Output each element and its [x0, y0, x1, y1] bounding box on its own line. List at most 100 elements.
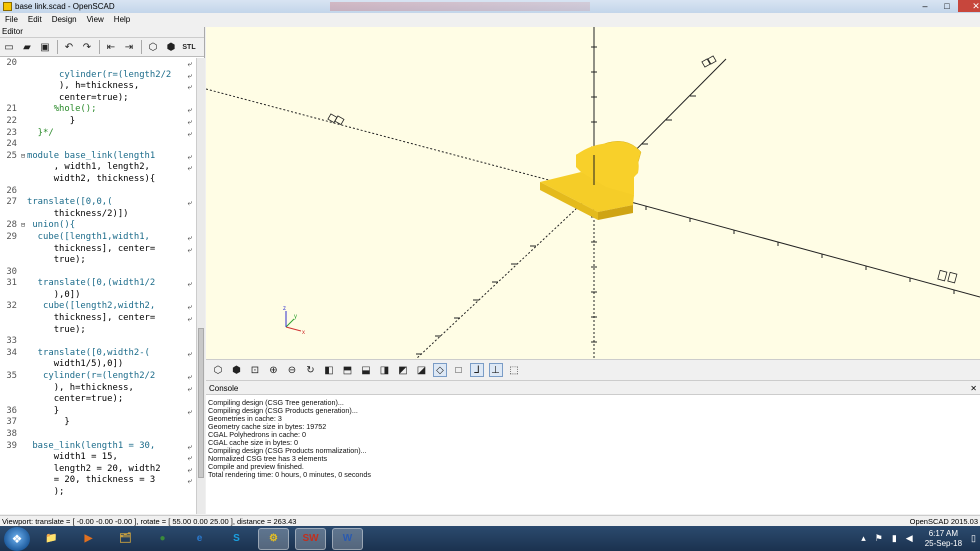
fold-toggle-icon[interactable]: ⊟: [19, 151, 27, 163]
code-line[interactable]: 31 translate([0,(width1/2 ⤶: [0, 278, 196, 290]
export-stl-icon[interactable]: STL: [182, 41, 195, 53]
code-line[interactable]: , width1, length2, ⤶: [0, 162, 196, 174]
code-line[interactable]: 32 cube([length2,width2, ⤶: [0, 301, 196, 313]
code-line[interactable]: 24: [0, 139, 196, 151]
code-line[interactable]: 33: [0, 336, 196, 348]
render-icon[interactable]: ⬢: [230, 363, 244, 377]
menu-view[interactable]: View: [82, 15, 109, 24]
menu-edit[interactable]: Edit: [23, 15, 47, 24]
view-right-icon[interactable]: ◧: [322, 363, 336, 377]
zoom-in-icon[interactable]: ⊕: [267, 363, 281, 377]
code-line[interactable]: 34 translate([0,width2-(⤶: [0, 348, 196, 360]
code-line[interactable]: 20 ⤶: [0, 58, 196, 70]
view-all-icon[interactable]: ⊡: [248, 363, 262, 377]
menu-help[interactable]: Help: [109, 15, 135, 24]
code-line[interactable]: true);: [0, 255, 196, 267]
zoom-out-icon[interactable]: ⊖: [285, 363, 299, 377]
code-line[interactable]: center=true);: [0, 93, 196, 105]
taskbar-media-player-icon[interactable]: ▶: [73, 528, 104, 550]
code-line[interactable]: 27 translate([0,0,(⤶: [0, 197, 196, 209]
code-line[interactable]: thickness/2)]): [0, 209, 196, 221]
clock[interactable]: 6:17 AM 25-Sep-18: [925, 529, 962, 549]
code-line[interactable]: cylinder(r=(length2/2 ⤶: [0, 70, 196, 82]
3d-viewport[interactable]: x y z: [206, 27, 980, 359]
taskbar-skype-icon[interactable]: S: [221, 528, 252, 550]
code-line[interactable]: width1 = 15, ⤶: [0, 452, 196, 464]
close-button[interactable]: ✕: [958, 0, 980, 12]
code-line[interactable]: = 20, thickness = 3 ⤶: [0, 475, 196, 487]
taskbar-internet-explorer-icon[interactable]: e: [184, 528, 215, 550]
code-line[interactable]: 21 %hole(); ⤶: [0, 104, 196, 116]
taskbar-solidworks-icon[interactable]: SW: [295, 527, 326, 550]
view-left-icon[interactable]: ◨: [378, 363, 392, 377]
reset-view-icon[interactable]: ↻: [304, 363, 318, 377]
taskbar-file-manager-icon[interactable]: 🗂: [110, 528, 141, 550]
preview-icon[interactable]: ⬡: [211, 363, 225, 377]
code-line[interactable]: 26: [0, 186, 196, 198]
new-file-icon[interactable]: ▭: [3, 41, 15, 53]
code-line[interactable]: 35 cylinder(r=(length2/2 ⤶: [0, 371, 196, 383]
taskbar-word-icon[interactable]: W: [332, 527, 363, 550]
taskbar-openscad-icon[interactable]: ⚙: [258, 527, 289, 550]
view-bottom-icon[interactable]: ⬓: [359, 363, 373, 377]
code-line[interactable]: 36 } ⤶: [0, 406, 196, 418]
show-scale-icon[interactable]: ⊥: [488, 363, 503, 377]
code-line[interactable]: 30: [0, 267, 196, 279]
show-edges-icon[interactable]: ⬚: [507, 363, 521, 377]
menu-file[interactable]: File: [0, 15, 23, 24]
fold-toggle-icon[interactable]: ⊟: [19, 220, 27, 232]
code-line[interactable]: thickness], center= ⤶: [0, 313, 196, 325]
code-line[interactable]: 22 } ⤶: [0, 116, 196, 128]
perspective-icon[interactable]: ◇: [433, 363, 447, 377]
taskbar-explorer-icon[interactable]: 📁: [36, 528, 67, 550]
unindent-icon[interactable]: ⇤: [105, 41, 117, 53]
code-line[interactable]: true);: [0, 325, 196, 337]
code-line[interactable]: 39 base_link(length1 = 30, ⤶: [0, 441, 196, 453]
editor-scrollbar[interactable]: [196, 58, 205, 514]
code-line[interactable]: 28 ⊟ union(){: [0, 220, 196, 232]
minimize-button[interactable]: –: [914, 0, 936, 12]
wrap-indicator-icon: ⤶: [187, 348, 192, 358]
code-line[interactable]: 37 }: [0, 417, 196, 429]
indent-icon[interactable]: ⇥: [123, 41, 135, 53]
maximize-button[interactable]: □: [936, 0, 958, 12]
code-line[interactable]: );: [0, 487, 196, 499]
save-file-icon[interactable]: ▣: [39, 41, 51, 53]
code-line[interactable]: ), h=thickness, ⤶: [0, 383, 196, 395]
redo-icon[interactable]: ↷: [81, 41, 93, 53]
console-close-icon[interactable]: ✕: [970, 384, 977, 393]
code-text: }: [27, 417, 70, 428]
show-desktop-icon[interactable]: ▯: [971, 533, 976, 544]
code-line[interactable]: ),0]): [0, 290, 196, 302]
taskbar-chrome-icon[interactable]: ●: [147, 528, 178, 550]
preview-icon[interactable]: ⬡: [147, 41, 159, 53]
open-file-icon[interactable]: ▰: [21, 41, 33, 53]
code-line[interactable]: thickness], center= ⤶: [0, 244, 196, 256]
code-line[interactable]: width1/5),0]): [0, 359, 196, 371]
tray-chevron-icon[interactable]: ▴: [861, 533, 866, 544]
view-back-icon[interactable]: ◪: [415, 363, 429, 377]
start-button[interactable]: ❖: [4, 526, 30, 551]
orthogonal-icon[interactable]: □: [452, 363, 466, 377]
view-top-icon[interactable]: ⬒: [341, 363, 355, 377]
code-line[interactable]: 38: [0, 429, 196, 441]
network-icon[interactable]: ▮: [892, 533, 897, 544]
view-front-icon[interactable]: ◩: [396, 363, 410, 377]
code-line[interactable]: 29 cube([length1,width1, ⤶: [0, 232, 196, 244]
editor-scrollbar-thumb[interactable]: [198, 328, 204, 478]
code-line[interactable]: 25 ⊟ module base_link(length1 ⤶: [0, 151, 196, 163]
volume-icon[interactable]: ◀: [906, 533, 913, 544]
flag-icon[interactable]: ⚑: [875, 533, 883, 544]
menu-design[interactable]: Design: [47, 15, 82, 24]
undo-icon[interactable]: ↶: [63, 41, 75, 53]
y-axis-negative: [415, 191, 595, 359]
show-axes-icon[interactable]: ⅃: [470, 363, 484, 377]
code-line[interactable]: center=true);: [0, 394, 196, 406]
code-line[interactable]: width2, thickness){: [0, 174, 196, 186]
code-line[interactable]: length2 = 20, width2 ⤶: [0, 464, 196, 476]
render-icon[interactable]: ⬢: [165, 41, 177, 53]
code-line[interactable]: ), h=thickness, ⤶: [0, 81, 196, 93]
code-line[interactable]: 23 }*/ ⤶: [0, 128, 196, 140]
code-editor[interactable]: 20 ⤶ cylinder(r=(length2/2 ⤶ ), h=thicknes…: [0, 58, 196, 514]
